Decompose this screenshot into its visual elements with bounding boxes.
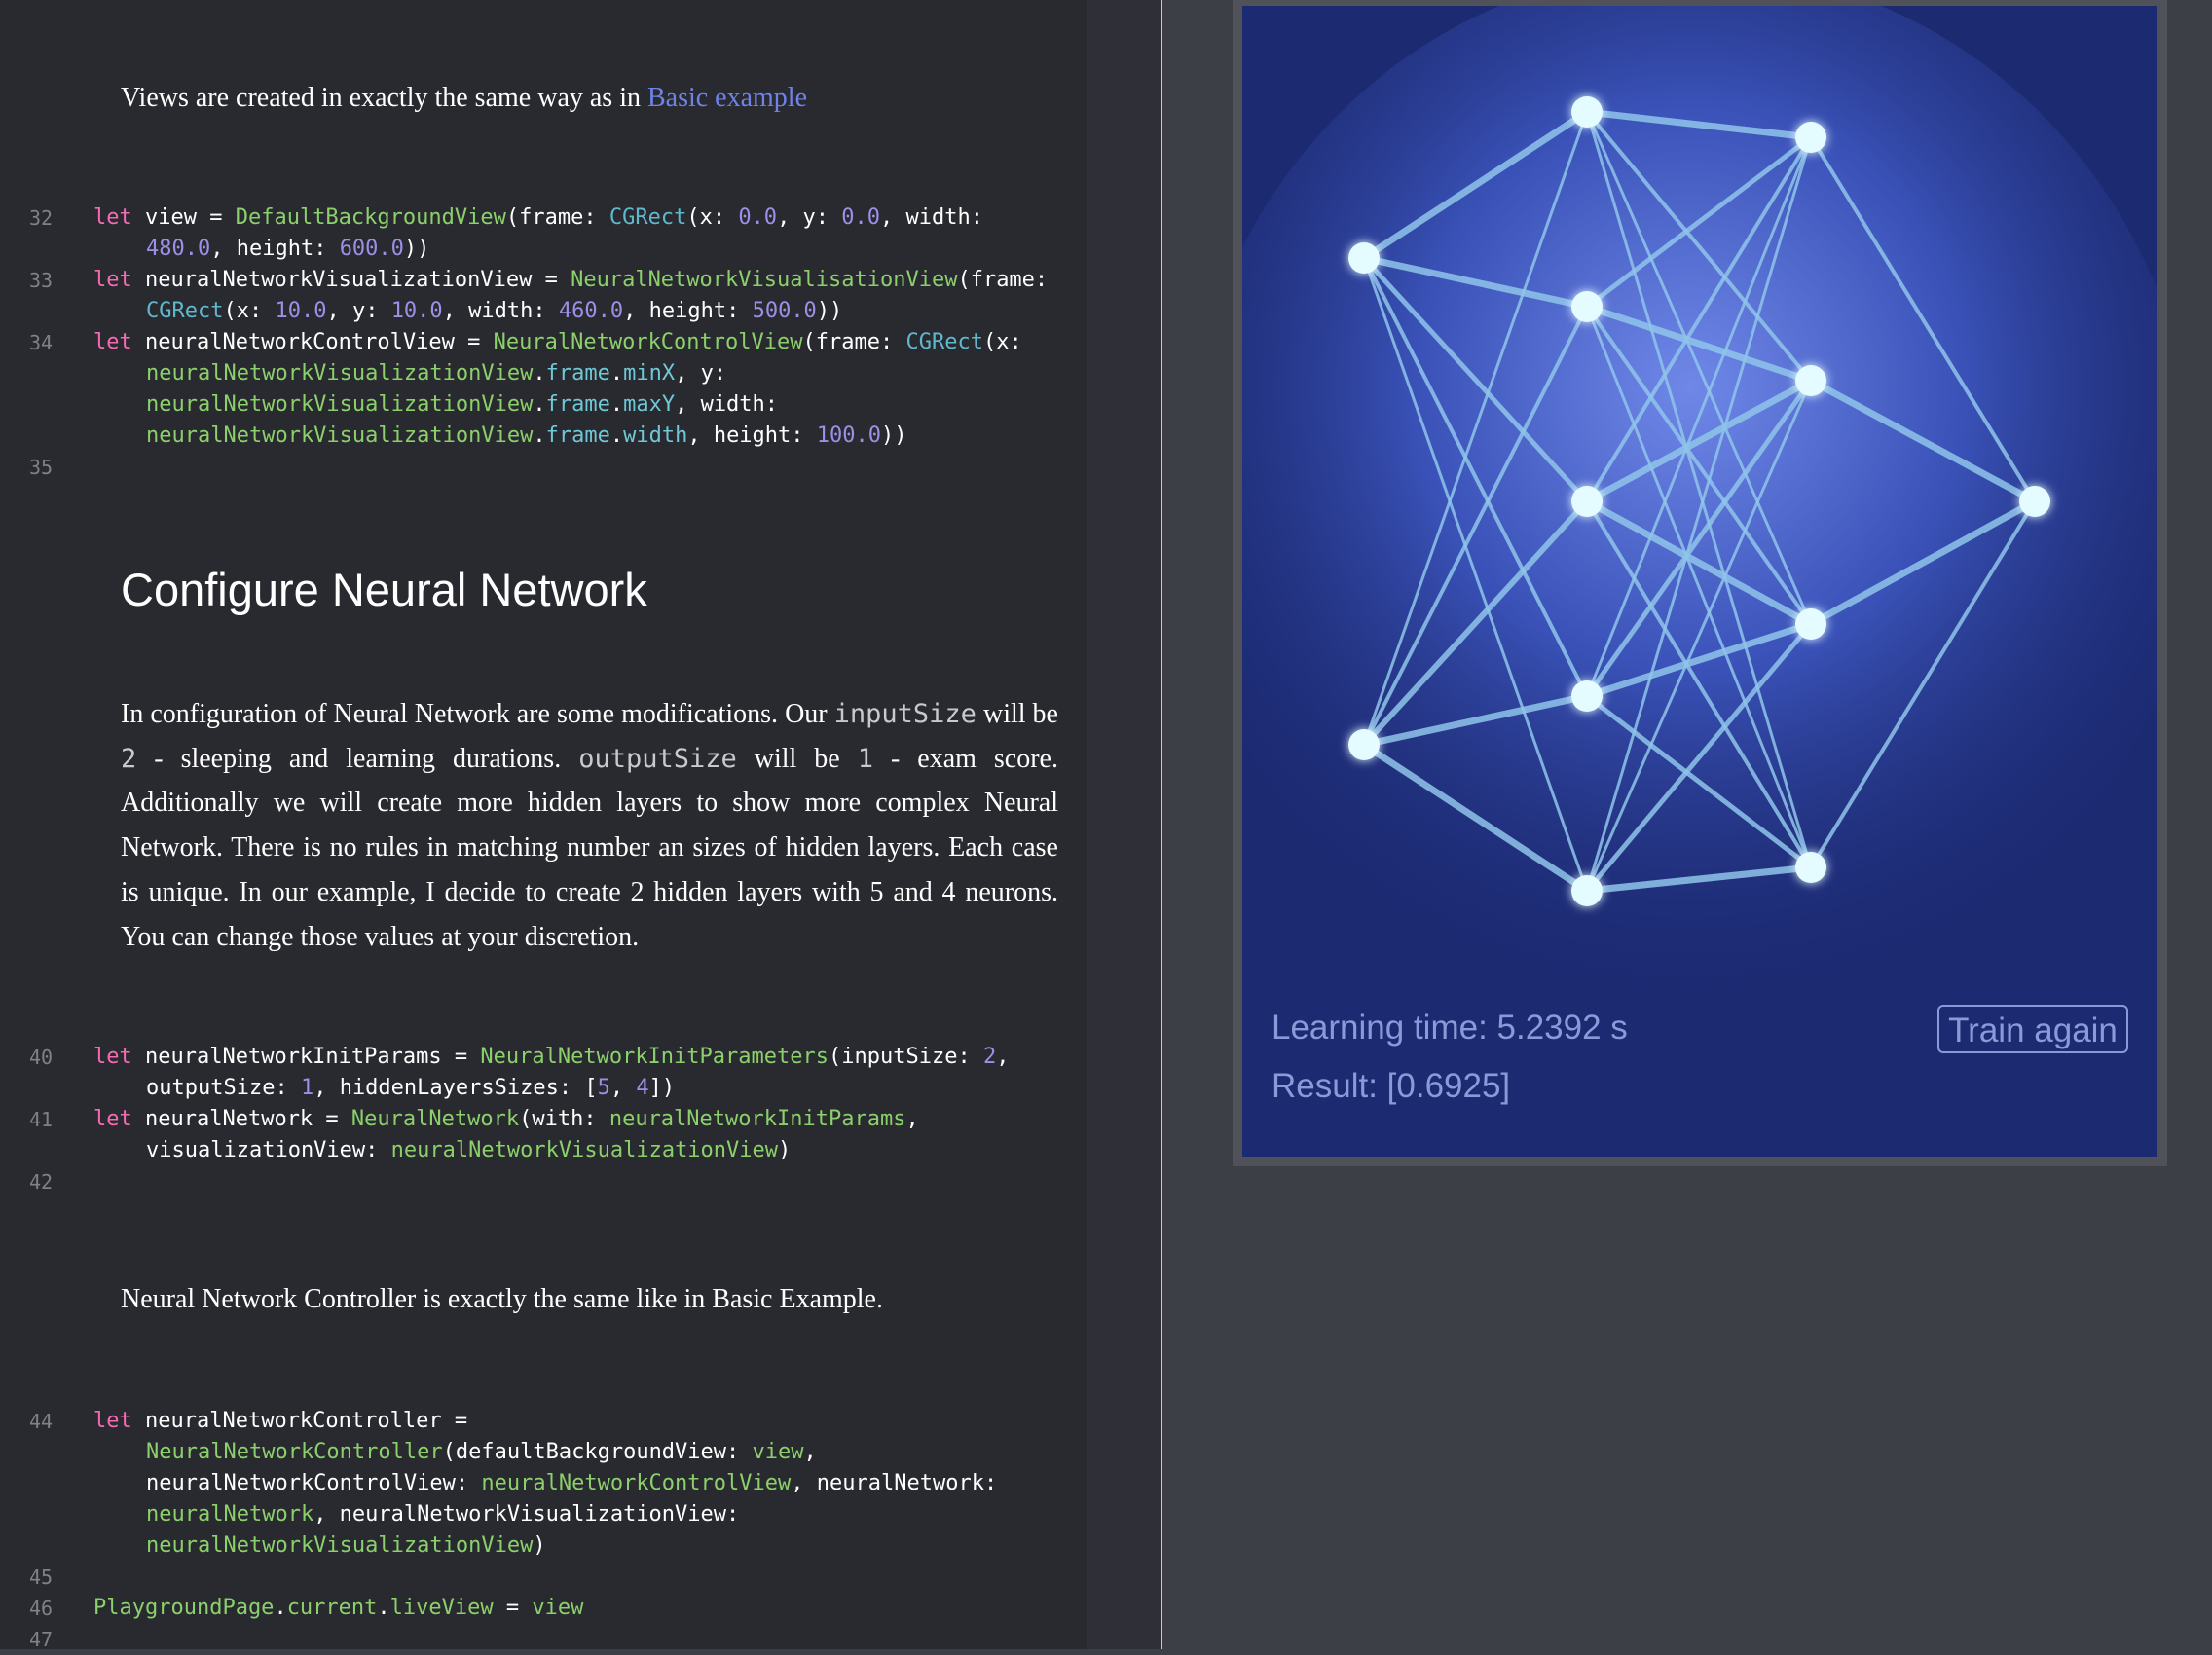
code-line[interactable]: neuralNetwork, neuralNetworkVisualizatio… — [0, 1499, 1087, 1530]
hidden-neuron — [1571, 680, 1603, 712]
code-line[interactable]: 34 let neuralNetworkControlView = NeuralN… — [0, 327, 1149, 358]
code-line[interactable]: 41 let neuralNetwork = NeuralNetwork(with… — [0, 1104, 1149, 1135]
code-line[interactable]: 32 let view = DefaultBackgroundView(frame… — [0, 202, 1149, 234]
code-block-controller[interactable]: 44 let neuralNetworkController = NeuralNe… — [0, 1406, 1149, 1655]
neural-network-live-view[interactable]: Learning time: 5.2392 s Result: [0.6925]… — [1242, 6, 2157, 1157]
code-block-network[interactable]: 40 let neuralNetworkInitParams = NeuralNe… — [0, 1042, 1149, 1197]
code-block-views[interactable]: 32 let view = DefaultBackgroundView(frame… — [0, 202, 1149, 483]
line-number: 34 — [29, 331, 54, 354]
hidden-neuron — [1795, 365, 1826, 396]
code-line[interactable]: visualizationView: neuralNetworkVisualiz… — [0, 1135, 1087, 1166]
source-editor: Views are created in exactly the same wa… — [0, 0, 1149, 1651]
code-line[interactable]: neuralNetworkVisualizationView.frame.wid… — [0, 421, 1087, 452]
hidden-neuron — [1571, 291, 1603, 322]
code-line[interactable]: outputSize: 1, hiddenLayersSizes: [5, 4]… — [0, 1073, 1087, 1104]
hidden-neuron — [1795, 122, 1826, 153]
code-line[interactable]: 40 let neuralNetworkInitParams = NeuralNe… — [0, 1042, 1149, 1073]
code-line[interactable]: 46 PlaygroundPage.current.liveView = view — [0, 1593, 1087, 1624]
intro-paragraph: Views are created in exactly the same wa… — [121, 76, 1058, 121]
code-line[interactable]: neuralNetworkControlView: neuralNetworkC… — [0, 1468, 1087, 1499]
hidden-neuron — [1795, 852, 1826, 883]
line-number: 47 — [29, 1628, 54, 1651]
line-number: 33 — [29, 269, 54, 292]
output-neuron — [2019, 486, 2050, 517]
line-number: 40 — [29, 1046, 54, 1069]
results-gutter — [1087, 0, 1161, 1649]
code-line[interactable]: 44 let neuralNetworkController = — [0, 1406, 1149, 1437]
input-neuron — [1348, 242, 1380, 274]
line-number: 46 — [29, 1597, 54, 1620]
code-line[interactable]: 45 — [0, 1562, 1087, 1593]
code-line[interactable]: 35 — [0, 452, 1087, 483]
code-line[interactable]: CGRect(x: 10.0, y: 10.0, width: 460.0, h… — [0, 296, 1087, 327]
input-neuron — [1348, 729, 1380, 760]
network-visualization — [1242, 6, 2157, 1157]
config-paragraph: In configuration of Neural Network are s… — [121, 699, 1058, 952]
line-number: 44 — [29, 1410, 54, 1433]
code-line[interactable]: 42 — [0, 1166, 1087, 1197]
code-line[interactable]: neuralNetworkVisualizationView.frame.min… — [0, 358, 1087, 389]
basic-example-link[interactable]: Basic example — [647, 83, 807, 113]
line-number: 42 — [29, 1170, 54, 1194]
code-line[interactable]: 33 let neuralNetworkVisualizationView = N… — [0, 265, 1149, 296]
hidden-neuron — [1571, 96, 1603, 128]
code-line[interactable]: neuralNetworkVisualizationView) — [0, 1530, 1087, 1562]
section-heading: Configure Neural Network — [121, 564, 647, 615]
line-number: 45 — [29, 1565, 54, 1589]
code-line[interactable]: 480.0, height: 600.0)) — [0, 234, 1087, 265]
intro-text: Views are created in exactly the same wa… — [121, 83, 647, 113]
train-again-button[interactable]: Train again — [1937, 1005, 2128, 1053]
line-number: 32 — [29, 206, 54, 230]
controller-paragraph: Neural Network Controller is exactly the… — [121, 1284, 883, 1314]
learning-time-label: Learning time: 5.2392 s — [1272, 1009, 1628, 1047]
code-line[interactable]: 47 — [0, 1624, 1087, 1655]
hidden-neuron — [1571, 486, 1603, 517]
result-label: Result: [0.6925] — [1272, 1067, 1511, 1105]
line-number: 41 — [29, 1108, 54, 1131]
hidden-neuron — [1795, 608, 1826, 640]
hidden-neuron — [1571, 875, 1603, 906]
code-line[interactable]: neuralNetworkVisualizationView.frame.max… — [0, 389, 1087, 421]
line-number: 35 — [29, 456, 54, 479]
code-line[interactable]: NeuralNetworkController(defaultBackgroun… — [0, 1437, 1087, 1468]
